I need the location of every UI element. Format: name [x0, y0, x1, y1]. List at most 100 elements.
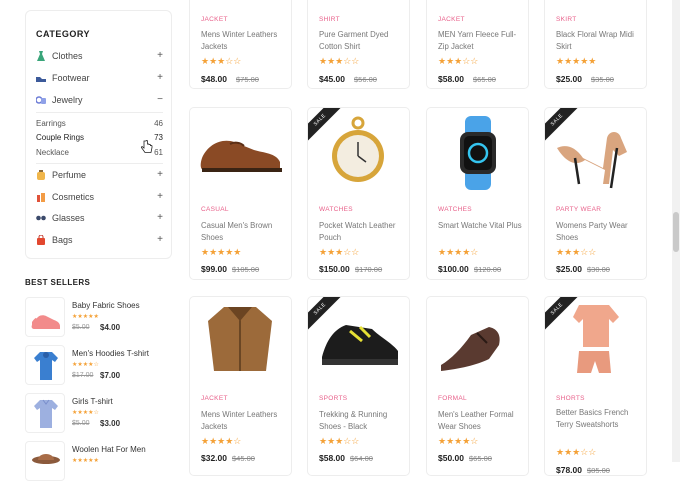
rating-stars: ★★★☆☆ [556, 447, 597, 457]
product-old-price: $65.00 [473, 75, 496, 84]
scrollbar-thumb[interactable] [673, 212, 679, 252]
product-name[interactable]: Pure Garment Dyed Cotton Shirt [319, 29, 405, 53]
product-price: $25.00 [556, 264, 582, 274]
rating-stars: ★★★★★ [72, 314, 99, 320]
product-price: $78.00 [556, 465, 582, 475]
glasses-icon [36, 215, 46, 221]
best-seller-item[interactable]: Baby Fabric Shoes ★★★★★ $5.00 $4.00 [25, 297, 175, 339]
product-category[interactable]: SKIRT [556, 16, 577, 23]
product-category[interactable]: CASUAL [201, 206, 229, 213]
cosmetics-icon [37, 193, 45, 202]
product-image[interactable] [427, 108, 528, 198]
product-category[interactable]: SHORTS [556, 395, 585, 402]
rating-stars: ★★★☆☆ [319, 56, 360, 66]
dress-icon [37, 51, 45, 61]
product-card[interactable]: CASUAL Casual Men's Brown Shoes ★★★★★ $9… [189, 107, 292, 280]
product-category[interactable]: SHIRT [319, 16, 340, 23]
shoe-icon [36, 77, 46, 82]
rating-stars: ★★★★☆ [201, 436, 242, 446]
product-category[interactable]: PARTY WEAR [556, 206, 601, 213]
product-image[interactable] [190, 297, 291, 387]
product-name[interactable]: Men's Leather Formal Wear Shoes [438, 409, 524, 433]
product-card[interactable]: SALE SHORTS Better Basics French Terry S… [544, 296, 647, 476]
product-category[interactable]: FORMAL [438, 395, 467, 402]
product-old-price: $35.00 [591, 75, 614, 84]
product-price: $58.00 [438, 74, 464, 84]
product-old-price: $85.00 [587, 466, 610, 475]
product-image[interactable] [190, 108, 291, 198]
divider [36, 163, 163, 164]
product-card[interactable]: SALE PARTY WEAR Womens Party Wear Shoes … [544, 107, 647, 280]
product-price: $100.00 [438, 264, 469, 274]
product-category[interactable]: WATCHES [438, 206, 472, 213]
product-category[interactable]: JACKET [438, 16, 465, 23]
category-cosmetics[interactable]: Cosmetics + [36, 190, 163, 206]
best-sellers-title: BEST SELLERS [25, 278, 91, 287]
best-seller-item[interactable]: Men's Hoodies T-shirt ★★★★☆ $17.00 $7.00 [25, 345, 175, 387]
category-footwear[interactable]: Footwear + [36, 71, 163, 87]
product-name[interactable]: Womens Party Wear Shoes [556, 220, 642, 244]
product-old-price: $30.00 [587, 265, 610, 274]
best-seller-item[interactable]: Woolen Hat For Men ★★★★★ [25, 441, 175, 483]
rating-stars: ★★★★☆ [438, 436, 479, 446]
product-price: $99.00 [201, 264, 227, 274]
category-perfume[interactable]: Perfume + [36, 168, 163, 184]
product-name[interactable]: Mens Winter Leathers Jackets [201, 409, 287, 433]
perfume-icon [37, 170, 45, 180]
product-price: $150.00 [319, 264, 350, 274]
product-name[interactable]: Black Floral Wrap Midi Skirt [556, 29, 642, 53]
product-price: $48.00 [201, 74, 227, 84]
category-panel: CATEGORY Clothes + Footwear + Jewelry − … [25, 10, 172, 259]
product-card[interactable]: SALE WATCHES Pocket Watch Leather Pouch … [307, 107, 410, 280]
product-card[interactable]: SALE SPORTS Trekking & Running Shoes - B… [307, 296, 410, 476]
product-name[interactable]: Better Basics French Terry Sweatshorts [556, 407, 642, 431]
product-old-price: $56.00 [354, 75, 377, 84]
product-image[interactable] [427, 297, 528, 387]
product-name[interactable]: Smart Watche Vital Plus [438, 220, 524, 232]
rating-stars: ★★★★★ [72, 458, 99, 464]
product-card[interactable]: WATCHES Smart Watche Vital Plus ★★★★☆ $1… [426, 107, 529, 280]
product-old-price: $120.00 [474, 265, 502, 274]
category-glasses[interactable]: Glasses + [36, 211, 163, 227]
rating-stars: ★★★★☆ [72, 410, 99, 416]
product-card[interactable]: JACKET MEN Yarn Fleece Full-Zip Jacket ★… [426, 0, 529, 89]
category-title: CATEGORY [36, 29, 91, 39]
scrollbar[interactable] [672, 0, 680, 462]
product-card[interactable]: JACKET Mens Winter Leathers Jackets ★★★★… [189, 296, 292, 476]
product-thumbnail[interactable] [25, 345, 65, 385]
jewelry-icon [36, 96, 46, 104]
rating-stars: ★★★★★ [201, 247, 242, 257]
rating-stars: ★★★☆☆ [556, 247, 597, 257]
product-name[interactable]: MEN Yarn Fleece Full-Zip Jacket [438, 29, 524, 53]
hand-cursor-icon [141, 140, 153, 153]
product-card[interactable]: SHIRT Pure Garment Dyed Cotton Shirt ★★★… [307, 0, 410, 89]
product-card[interactable]: JACKET Mens Winter Leathers Jackets ★★★☆… [189, 0, 292, 89]
product-name[interactable]: Trekking & Running Shoes - Black [319, 409, 405, 433]
product-old-price: $105.00 [232, 265, 260, 274]
product-old-price: $170.00 [355, 265, 383, 274]
category-clothes[interactable]: Clothes + [36, 49, 163, 65]
rating-stars: ★★★☆☆ [319, 436, 360, 446]
product-category[interactable]: JACKET [201, 16, 228, 23]
product-name[interactable]: Pocket Watch Leather Pouch [319, 220, 405, 244]
product-thumbnail[interactable] [25, 393, 65, 433]
product-category[interactable]: WATCHES [319, 206, 353, 213]
rating-stars: ★★★★☆ [438, 247, 479, 257]
product-old-price: $75.00 [236, 75, 259, 84]
category-jewelry[interactable]: Jewelry − [36, 93, 163, 109]
product-category[interactable]: JACKET [201, 395, 228, 402]
best-seller-item[interactable]: Girls T-shirt ★★★★☆ $5.00 $3.00 [25, 393, 175, 435]
category-bags[interactable]: Bags + [36, 233, 163, 249]
product-card[interactable]: SKIRT Black Floral Wrap Midi Skirt ★★★★★… [544, 0, 647, 89]
product-name[interactable]: Mens Winter Leathers Jackets [201, 29, 287, 53]
product-name[interactable]: Casual Men's Brown Shoes [201, 220, 287, 244]
product-thumbnail[interactable] [25, 297, 65, 337]
subcategory-earrings[interactable]: Earrings 46 [36, 119, 163, 128]
product-category[interactable]: SPORTS [319, 395, 347, 402]
rating-stars: ★★★★☆ [72, 362, 99, 368]
product-price: $45.00 [319, 74, 345, 84]
rating-stars: ★★★☆☆ [201, 56, 242, 66]
rating-stars: ★★★★★ [556, 56, 597, 66]
product-thumbnail[interactable] [25, 441, 65, 481]
product-card[interactable]: FORMAL Men's Leather Formal Wear Shoes ★… [426, 296, 529, 476]
